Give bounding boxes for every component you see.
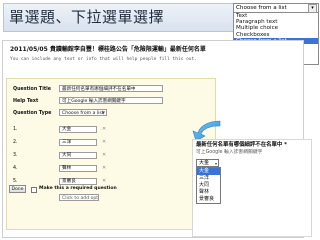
done-button[interactable]: Done: [9, 185, 26, 193]
question-title-label: Question Title: [13, 87, 52, 92]
preview-option[interactable]: 三洋: [197, 175, 220, 182]
preview-select[interactable]: 大金 ▾: [196, 159, 219, 167]
preview-question-title: 最新任何名單有哪個細評不在名單中 *: [196, 142, 287, 148]
preview-select-value: 大金: [199, 160, 210, 166]
preview-options-list: 大金 三洋 大同 聲林 景審良: [196, 167, 221, 204]
question-type-dropdown-value: Choose from a list: [236, 5, 287, 11]
question-edit-panel: Question Title 最新任何名單有哪個細評不在名單中 Help Tex…: [6, 78, 216, 230]
preview-option[interactable]: 聲林: [197, 189, 220, 196]
required-label: Make this a required question: [39, 186, 117, 191]
question-type-label: Question Type: [13, 111, 52, 116]
option-number: 4.: [13, 166, 18, 171]
remove-option-icon[interactable]: ✕: [102, 165, 106, 171]
option-input[interactable]: 三洋: [59, 139, 97, 146]
option-input[interactable]: 景審良: [59, 178, 97, 185]
remove-option-icon[interactable]: ✕: [102, 178, 106, 184]
preview-option[interactable]: 大金: [197, 168, 220, 175]
option-input[interactable]: 大金: [59, 126, 97, 133]
option-number: 5.: [13, 179, 18, 184]
option-number: 2.: [13, 140, 18, 145]
remove-option-icon[interactable]: ✕: [102, 152, 106, 158]
chevron-down-icon: ▼: [101, 110, 105, 115]
remove-option-icon[interactable]: ✕: [102, 139, 106, 145]
add-option-input[interactable]: Click to add option: [59, 194, 99, 201]
option-number: 1.: [13, 127, 18, 132]
option-number: 3.: [13, 153, 18, 158]
remove-option-icon[interactable]: ✕: [102, 126, 106, 132]
question-title-input[interactable]: 最新任何名單有哪個細評不在名單中: [59, 85, 163, 92]
page-title: 單選題、下拉選單選擇: [3, 3, 234, 32]
preview-option[interactable]: 景審良: [197, 196, 220, 203]
option-input[interactable]: 大同: [59, 152, 97, 159]
required-checkbox[interactable]: [31, 187, 37, 193]
chevron-down-icon[interactable]: ▾: [308, 4, 317, 13]
preview-help-text: 可上Google 輸入詐害網關鍵字: [196, 150, 263, 155]
question-type-select[interactable]: Choose from a list ▼: [59, 109, 107, 116]
question-type-dropdown-selected[interactable]: Choose from a list ▾: [234, 4, 318, 13]
option-input[interactable]: 聲林: [59, 165, 97, 172]
help-text-input[interactable]: 可上Google 輸入詐害網關鍵字: [59, 97, 163, 104]
form-title[interactable]: 2011/05/05 貴讀輸館李自豐！標桂路公告「危險限運輸」最新任何名單: [10, 44, 206, 53]
form-description[interactable]: You can include any text or info that wi…: [10, 57, 197, 62]
question-type-select-value: Choose from a list: [62, 111, 104, 116]
preview-option[interactable]: 大同: [197, 182, 220, 189]
help-text-label: Help Text: [13, 99, 39, 104]
chevron-down-icon: ▾: [214, 161, 217, 166]
